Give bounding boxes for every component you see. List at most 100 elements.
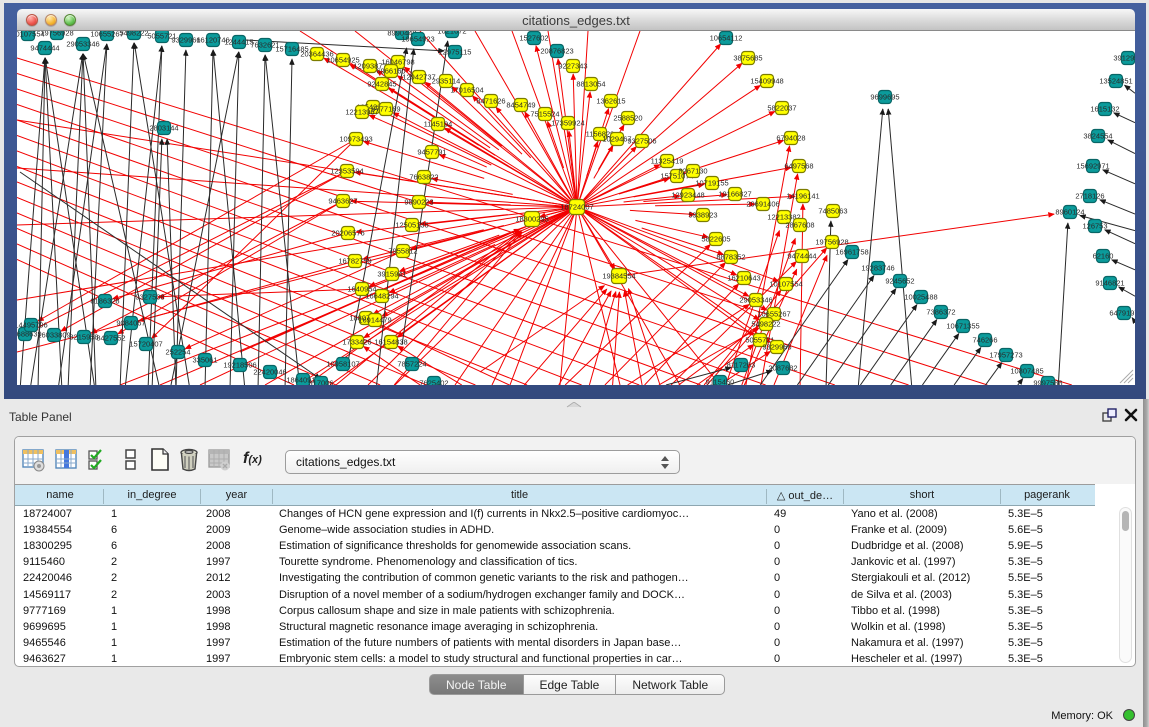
svg-text:126753: 126753 bbox=[1082, 222, 1107, 231]
svg-text:6966160: 6966160 bbox=[376, 67, 405, 76]
svg-text:2087682: 2087682 bbox=[768, 364, 797, 373]
svg-text:19218506: 19218506 bbox=[223, 361, 256, 370]
svg-text:335061: 335061 bbox=[192, 356, 217, 365]
svg-text:1621072: 1621072 bbox=[437, 31, 466, 36]
svg-text:29053346: 29053346 bbox=[66, 40, 99, 49]
svg-text:18300295: 18300295 bbox=[515, 215, 548, 224]
svg-text:15692971: 15692971 bbox=[1076, 162, 1109, 171]
svg-text:9474444: 9474444 bbox=[787, 252, 816, 261]
svg-text:1615132: 1615132 bbox=[1090, 105, 1119, 114]
svg-text:17957273: 17957273 bbox=[989, 351, 1022, 360]
svg-text:9115460: 9115460 bbox=[706, 378, 735, 386]
svg-text:12353594: 12353594 bbox=[330, 167, 363, 176]
svg-text:5498222: 5498222 bbox=[119, 31, 148, 38]
svg-text:10654112: 10654112 bbox=[710, 34, 743, 43]
svg-text:2803144: 2803144 bbox=[149, 124, 178, 133]
svg-text:8186328: 8186328 bbox=[90, 297, 119, 306]
svg-text:9329966: 9329966 bbox=[762, 343, 791, 352]
svg-text:20876823: 20876823 bbox=[540, 47, 573, 56]
svg-text:5822037: 5822037 bbox=[767, 104, 796, 113]
svg-text:2718126: 2718126 bbox=[1075, 192, 1104, 201]
svg-text:11325419: 11325419 bbox=[651, 157, 684, 166]
svg-text:3912954: 3912954 bbox=[1113, 54, 1135, 63]
svg-text:10671355: 10671355 bbox=[946, 322, 979, 331]
svg-text:10719155: 10719155 bbox=[695, 179, 728, 188]
svg-text:19756928: 19756928 bbox=[40, 31, 73, 38]
svg-text:29053346: 29053346 bbox=[739, 296, 772, 305]
svg-text:7663822: 7663822 bbox=[409, 173, 438, 182]
svg-text:8471626: 8471626 bbox=[476, 97, 505, 106]
svg-text:12942737: 12942737 bbox=[402, 73, 435, 82]
svg-text:14196141: 14196141 bbox=[786, 192, 819, 201]
svg-text:2867608: 2867608 bbox=[785, 221, 814, 230]
svg-text:8878352: 8878352 bbox=[716, 253, 745, 262]
svg-text:9245652: 9245652 bbox=[885, 277, 914, 286]
svg-text:7485063: 7485063 bbox=[818, 207, 847, 216]
svg-text:8427552: 8427552 bbox=[96, 334, 125, 343]
svg-text:19283746: 19283746 bbox=[861, 264, 894, 273]
svg-text:6479197: 6479197 bbox=[1109, 309, 1135, 318]
svg-text:19384554: 19384554 bbox=[602, 272, 635, 281]
svg-text:1244415: 1244415 bbox=[224, 38, 253, 47]
svg-text:18724007: 18724007 bbox=[560, 203, 593, 212]
svg-text:16033809: 16033809 bbox=[37, 331, 70, 340]
svg-text:9457791: 9457791 bbox=[417, 148, 446, 157]
svg-text:8454749: 8454749 bbox=[506, 101, 535, 110]
svg-text:7625402: 7625402 bbox=[419, 379, 448, 386]
svg-text:15720407: 15720407 bbox=[129, 340, 162, 349]
svg-text:16154838: 16154838 bbox=[374, 338, 407, 347]
svg-text:9463627: 9463627 bbox=[328, 197, 357, 206]
svg-text:17359924: 17359924 bbox=[551, 119, 584, 128]
svg-text:9146821: 9146821 bbox=[1095, 279, 1124, 288]
svg-text:10807485: 10807485 bbox=[1010, 367, 1043, 376]
svg-text:16782759: 16782759 bbox=[338, 257, 371, 266]
svg-text:9890223: 9890223 bbox=[404, 198, 433, 207]
svg-text:317006: 317006 bbox=[308, 379, 333, 386]
svg-text:1145194: 1145194 bbox=[424, 120, 453, 129]
svg-text:8267130: 8267130 bbox=[678, 167, 707, 176]
svg-text:9997588: 9997588 bbox=[1033, 379, 1062, 386]
svg-text:252254: 252254 bbox=[165, 348, 190, 357]
svg-text:7857224: 7857224 bbox=[397, 360, 426, 369]
svg-text:19756928: 19756928 bbox=[815, 238, 848, 247]
svg-text:1362615: 1362615 bbox=[596, 97, 625, 106]
svg-text:9327506: 9327506 bbox=[627, 137, 656, 146]
svg-text:22420046: 22420046 bbox=[253, 368, 286, 377]
svg-text:6794028: 6794028 bbox=[776, 134, 805, 143]
svg-text:9242845: 9242845 bbox=[367, 80, 396, 89]
svg-text:7515524: 7515524 bbox=[530, 110, 559, 119]
svg-text:16961758: 16961758 bbox=[835, 248, 868, 257]
svg-text:2935114: 2935114 bbox=[432, 77, 461, 86]
svg-text:13524851: 13524851 bbox=[1099, 77, 1132, 86]
svg-text:8960124: 8960124 bbox=[1055, 208, 1084, 217]
svg-text:20691406: 20691406 bbox=[746, 200, 779, 209]
svg-text:12923448: 12923448 bbox=[671, 191, 704, 200]
svg-text:6497568: 6497568 bbox=[784, 162, 813, 171]
svg-text:16210643: 16210643 bbox=[727, 274, 760, 283]
svg-text:5938923: 5938923 bbox=[688, 211, 717, 220]
svg-text:3915941: 3915941 bbox=[377, 270, 406, 279]
svg-text:8215958: 8215958 bbox=[69, 333, 98, 342]
svg-text:10107554: 10107554 bbox=[769, 280, 802, 289]
svg-text:12975115: 12975115 bbox=[439, 48, 472, 57]
svg-text:3875685: 3875685 bbox=[733, 54, 762, 63]
svg-text:10958107: 10958107 bbox=[326, 360, 359, 369]
svg-text:5498222: 5498222 bbox=[751, 320, 780, 329]
svg-text:17016504: 17016504 bbox=[450, 86, 483, 95]
svg-text:12505135: 12505135 bbox=[395, 221, 428, 230]
svg-text:1733426: 1733426 bbox=[342, 338, 371, 347]
svg-text:9227343: 9227343 bbox=[558, 62, 587, 71]
svg-text:16914479: 16914479 bbox=[358, 316, 391, 325]
svg-text:9699695: 9699695 bbox=[870, 93, 899, 102]
svg-text:8117263: 8117263 bbox=[727, 361, 756, 370]
svg-text:746266: 746266 bbox=[972, 336, 997, 345]
svg-text:7386372: 7386372 bbox=[926, 308, 955, 317]
svg-text:19654923: 19654923 bbox=[401, 35, 434, 44]
svg-text:9474444: 9474444 bbox=[30, 44, 59, 53]
svg-text:14495796: 14495796 bbox=[17, 321, 48, 330]
svg-text:1527602: 1527602 bbox=[519, 34, 548, 43]
svg-text:9084067: 9084067 bbox=[116, 319, 145, 328]
svg-text:19166827: 19166827 bbox=[718, 190, 751, 199]
svg-text:5822605: 5822605 bbox=[701, 235, 730, 244]
svg-text:10973493: 10973493 bbox=[339, 135, 372, 144]
